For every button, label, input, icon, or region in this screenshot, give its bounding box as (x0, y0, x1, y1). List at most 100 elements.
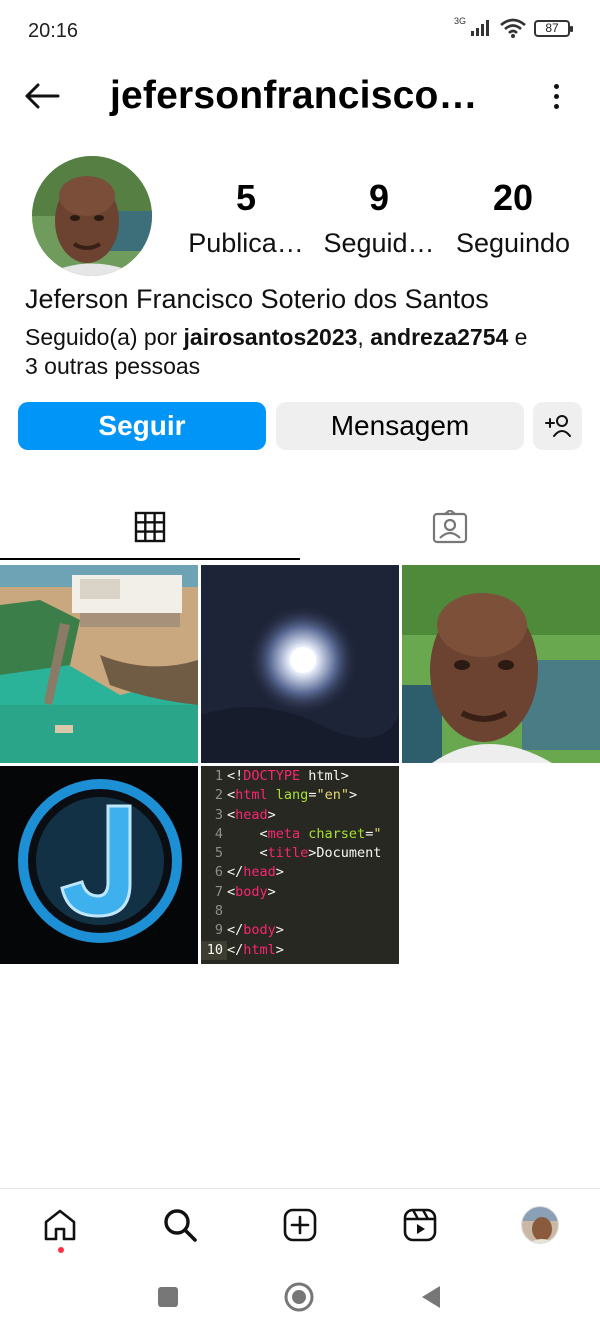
code-token: meta (267, 825, 301, 842)
add-person-icon (544, 415, 571, 437)
code-token: head (235, 806, 268, 823)
tagged-icon (432, 510, 468, 544)
code-token: DOCTYPE (243, 768, 301, 784)
nav-create[interactable] (280, 1205, 320, 1245)
followed-by-others: 3 outras pessoas (25, 353, 201, 379)
code-text: </html> (227, 941, 284, 960)
line-number: 8 (214, 903, 223, 920)
post-thumbnail[interactable] (402, 565, 600, 763)
recent-apps-button[interactable] (153, 1282, 183, 1312)
code-token: > (275, 941, 284, 958)
home-system-button[interactable] (284, 1282, 314, 1312)
triangle-back-icon (422, 1286, 440, 1308)
code-token: < (227, 845, 268, 862)
code-line: 9 </body> (201, 921, 399, 940)
code-token: > (275, 922, 284, 939)
line-number: 3 (214, 806, 223, 823)
line-number: 9 (214, 922, 223, 939)
code-text: </head> (227, 863, 284, 882)
avatar-photo (32, 156, 152, 276)
notification-dot (58, 1247, 64, 1253)
system-navigation (0, 1262, 600, 1333)
post-image-j-logo (0, 766, 198, 964)
stat-following-label: Seguindo (455, 228, 571, 258)
code-token: lang (275, 787, 309, 804)
stat-posts[interactable]: 5 Publica… (188, 178, 304, 263)
stat-following[interactable]: 20 Seguindo (448, 178, 578, 263)
status-icons: 3G 87 (453, 16, 573, 38)
code-line: 10 </html> (201, 940, 399, 960)
nav-home[interactable] (40, 1205, 80, 1245)
more-options-button[interactable] (544, 78, 568, 114)
code-token: <! (227, 768, 244, 784)
code-token: head (243, 864, 276, 881)
followed-by-text[interactable]: Seguido(a) por jairosantos2023, andreza2… (25, 323, 585, 381)
code-token: > (348, 787, 358, 804)
square-icon (158, 1287, 178, 1307)
followed-by-separator: , (357, 324, 371, 350)
profile-avatar-small (521, 1206, 559, 1244)
code-token: body (243, 922, 276, 939)
code-line: 7 <body> (201, 883, 399, 902)
nav-profile[interactable] (520, 1205, 560, 1245)
stat-following-count: 20 (492, 177, 534, 218)
code-line: 6 </head> (201, 863, 399, 882)
code-text: <title>Document (227, 844, 382, 863)
code-token: title (267, 845, 309, 862)
code-token: >Document (308, 845, 382, 862)
tab-posts-grid[interactable] (0, 494, 300, 560)
line-number: 7 (214, 883, 223, 900)
post-thumbnail[interactable] (0, 565, 198, 763)
code-line: 8 (201, 902, 399, 921)
bottom-navigation (0, 1188, 600, 1260)
code-token: < (227, 806, 236, 823)
nav-search[interactable] (160, 1205, 200, 1245)
code-line: 3 <head> (201, 806, 399, 825)
active-tab-indicator (0, 558, 300, 560)
code-token: > (267, 883, 276, 900)
code-text: </body> (227, 921, 284, 940)
tab-tagged[interactable] (300, 494, 600, 560)
code-token: "en" (316, 787, 349, 804)
code-line: 5 <title>Document (201, 844, 399, 863)
more-dot (553, 103, 559, 109)
followed-by-connector: e (508, 324, 528, 350)
status-bar: 20:16 3G 87 (0, 0, 600, 64)
follow-button[interactable]: Seguir (18, 402, 266, 450)
network-type-label: 3G (453, 16, 466, 26)
search-icon (164, 1209, 197, 1242)
stat-posts-count: 5 (235, 177, 257, 218)
more-dot (553, 83, 559, 89)
message-button[interactable]: Mensagem (276, 402, 524, 450)
circle-icon (284, 1282, 314, 1312)
code-text: <meta charset=" (227, 825, 382, 844)
stat-followers[interactable]: 9 Seguid… (322, 178, 436, 263)
code-token: body (235, 883, 268, 900)
post-thumbnail-code[interactable]: 1 <!DOCTYPE html> 2 <html lang="en"> 3 <head>… (201, 766, 399, 964)
code-token: html> (300, 768, 349, 784)
line-number: 1 (214, 768, 223, 784)
post-image-coast (0, 565, 198, 763)
post-thumbnail[interactable] (0, 766, 198, 964)
code-text: <body> (227, 883, 276, 902)
profile-avatar[interactable] (32, 156, 152, 276)
battery-level: 87 (545, 21, 559, 35)
nav-reels[interactable] (400, 1205, 440, 1245)
suggested-users-button[interactable] (533, 402, 582, 450)
post-thumbnail[interactable] (201, 565, 399, 763)
back-button[interactable] (20, 76, 64, 116)
profile-header: jefersonfrancisco… (0, 64, 600, 128)
line-number: 5 (214, 845, 223, 862)
profile-actions: Seguir Mensagem (18, 402, 582, 450)
code-line: 2 <html lang="en"> (201, 786, 399, 805)
code-token: > (267, 806, 276, 823)
wifi-icon (500, 18, 526, 38)
code-token: charset (308, 825, 366, 842)
back-system-button[interactable] (416, 1282, 446, 1312)
followed-by-user: jairosantos2023 (183, 324, 358, 350)
more-dot (553, 93, 559, 99)
code-token: > (275, 864, 284, 881)
line-number: 6 (214, 864, 223, 881)
line-number: 2 (214, 787, 223, 804)
